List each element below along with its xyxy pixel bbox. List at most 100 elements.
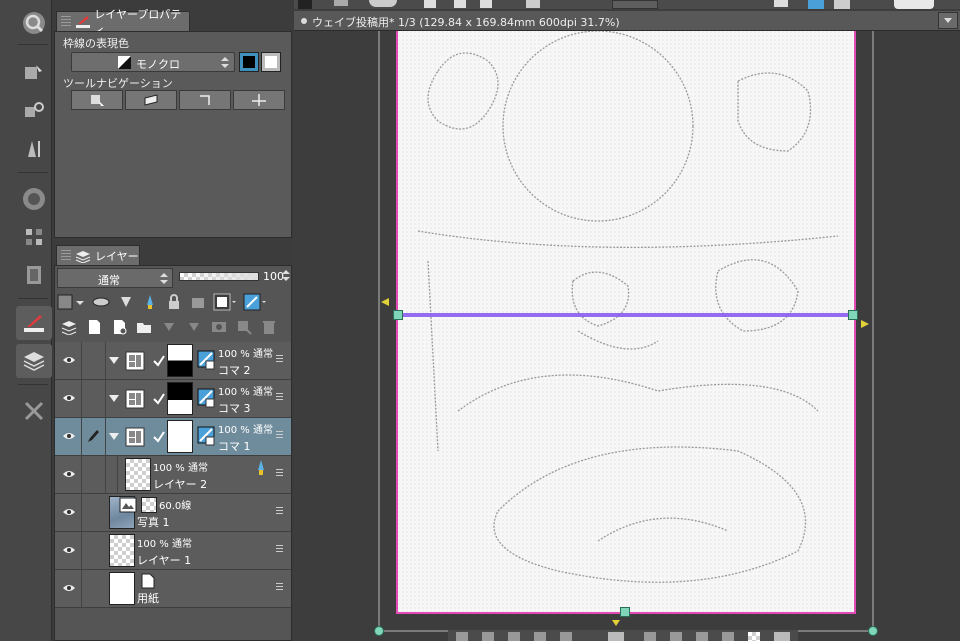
toolbar-icon[interactable] (722, 632, 734, 641)
expand-arrow-icon[interactable] (109, 433, 119, 441)
canvas-paper[interactable] (396, 31, 856, 614)
move-layer-tool-button[interactable] (16, 94, 52, 128)
layer-property-button[interactable] (16, 306, 52, 340)
command-icon[interactable] (424, 0, 436, 8)
eye-icon[interactable] (63, 583, 75, 593)
layer-row-selected[interactable]: 100 % 通常 コマ 1 (55, 418, 291, 456)
corner-handle-left[interactable] (374, 626, 384, 636)
nav-cut-button[interactable] (233, 90, 285, 110)
draft-layer-icon[interactable] (141, 293, 159, 311)
command-icon[interactable] (612, 0, 658, 9)
new-raster-layer-icon[interactable] (86, 319, 102, 335)
create-mask-icon[interactable] (211, 319, 227, 335)
command-icon[interactable] (334, 0, 348, 6)
eye-icon[interactable] (63, 393, 75, 403)
command-icon[interactable] (774, 0, 788, 7)
opacity-slider[interactable] (179, 272, 259, 281)
layer-row[interactable]: 100 % 通常 レイヤー 2 (55, 456, 291, 494)
toolbar-icon[interactable] (534, 632, 546, 641)
expand-arrow-icon[interactable] (109, 357, 119, 365)
trash-icon[interactable] (261, 319, 277, 335)
white-color-button[interactable] (261, 52, 281, 72)
reference-layer-icon[interactable] (117, 293, 135, 311)
layer-menu-icon[interactable] (276, 355, 283, 364)
frame-handle-bottom[interactable] (620, 607, 630, 617)
command-icon[interactable] (808, 0, 824, 9)
layer-row[interactable]: 100 % 通常 コマ 3 (55, 380, 291, 418)
toolbar-icon[interactable] (644, 632, 656, 641)
command-icon[interactable] (454, 0, 466, 8)
clip-icon[interactable] (91, 293, 111, 311)
operation-tool-button[interactable] (16, 56, 52, 90)
command-icon[interactable] (526, 0, 540, 8)
eye-icon[interactable] (63, 545, 75, 555)
lock-transparent-icon[interactable] (189, 293, 207, 311)
toolbar-icon[interactable] (560, 632, 572, 641)
layer-name: 用紙 (137, 592, 159, 605)
black-color-button[interactable] (239, 52, 259, 72)
color-set-button[interactable] (16, 220, 52, 254)
layer-menu-icon[interactable] (276, 431, 283, 440)
color-mode-select[interactable]: モノクロ (71, 52, 235, 72)
search-layer-button[interactable] (16, 394, 52, 428)
divider-handle-right[interactable] (848, 310, 858, 320)
expand-arrow-icon[interactable] (109, 395, 119, 403)
eye-icon[interactable] (63, 469, 75, 479)
layer-row[interactable]: 100 % 通常 レイヤー 1 (55, 532, 291, 570)
nav-operation-button[interactable] (71, 90, 123, 110)
eye-icon[interactable] (63, 431, 75, 441)
layer-row[interactable]: 100 % 通常 コマ 2 (55, 342, 291, 380)
animation-button[interactable] (16, 258, 52, 292)
eye-icon[interactable] (63, 355, 75, 365)
layer-menu-icon[interactable] (276, 507, 283, 516)
toolbar-icon[interactable] (456, 632, 468, 641)
layer-name: コマ 2 (218, 364, 251, 377)
command-icon[interactable] (894, 0, 934, 9)
mask-icon[interactable] (213, 293, 237, 311)
ruler-tool-button[interactable] (16, 132, 52, 166)
layer-menu-icon[interactable] (276, 393, 283, 402)
layer-property-tab[interactable]: レイヤープロパティ (56, 8, 190, 37)
new-vector-layer-icon[interactable] (111, 319, 127, 335)
zoom-tool-button[interactable] (16, 6, 52, 40)
merge-down-icon[interactable] (186, 319, 202, 335)
layer-panel-button[interactable] (16, 344, 52, 378)
apply-mask-icon[interactable] (236, 319, 252, 335)
command-icon[interactable] (298, 0, 312, 9)
layer-menu-icon[interactable] (276, 583, 283, 592)
new-folder-icon[interactable] (136, 319, 152, 335)
layer-property-icon (24, 315, 44, 332)
toolbar-icon[interactable] (748, 632, 760, 641)
layer-tab[interactable]: レイヤー (56, 245, 140, 265)
toolbar-icon[interactable] (508, 632, 520, 641)
command-icon[interactable] (834, 0, 850, 9)
divider-line[interactable] (398, 313, 854, 317)
layer-row[interactable]: 60.0線 写真 1 (55, 494, 291, 532)
layer-menu-icon[interactable] (276, 469, 283, 478)
layer-color-icon[interactable] (57, 293, 85, 311)
blend-mode-select[interactable]: 通常 (57, 268, 173, 288)
opacity-stepper-icon[interactable] (282, 269, 290, 282)
document-tab[interactable]: ウェイブ投稿用* 1/3 (129.84 x 169.84mm 600dpi 3… (294, 11, 960, 31)
toolbar-icon[interactable] (774, 632, 790, 641)
command-icon[interactable] (369, 0, 397, 7)
toolbar-icon[interactable] (608, 632, 624, 641)
nav-divide-button[interactable] (179, 90, 231, 110)
transfer-down-icon[interactable] (161, 319, 177, 335)
toolbar-icon[interactable] (670, 632, 682, 641)
lock-icon[interactable] (165, 293, 183, 311)
layer-menu-icon[interactable] (276, 545, 283, 554)
layer-stack-icon[interactable] (61, 319, 77, 335)
tab-menu-button[interactable] (938, 12, 958, 29)
layer-opacity-mode: 100 % 通常 (218, 425, 273, 436)
eye-icon[interactable] (63, 507, 75, 517)
layer-row[interactable]: 用紙 (55, 570, 291, 608)
toolbar-icon[interactable] (696, 632, 708, 641)
nav-border-button[interactable] (125, 90, 177, 110)
color-wheel-button[interactable] (16, 182, 52, 216)
toolbar-icon[interactable] (482, 632, 494, 641)
divider-handle-left[interactable] (393, 310, 403, 320)
ruler-display-icon[interactable] (243, 293, 267, 311)
corner-handle-right[interactable] (868, 626, 878, 636)
command-icon[interactable] (480, 0, 492, 8)
